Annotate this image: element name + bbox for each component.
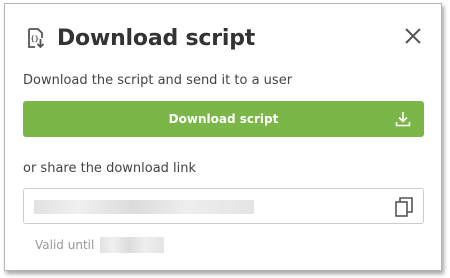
share-link-label: or share the download link bbox=[23, 161, 197, 176]
dialog-description: Download the script and send it to a use… bbox=[23, 73, 293, 88]
download-script-dialog: {} Download script Download the script a… bbox=[4, 3, 442, 271]
redacted-link bbox=[34, 200, 254, 214]
download-script-button[interactable]: Download script bbox=[23, 101, 424, 137]
svg-text:{}: {} bbox=[31, 35, 39, 43]
close-button[interactable] bbox=[403, 26, 423, 46]
valid-until-label: Valid until bbox=[35, 238, 95, 252]
valid-until: Valid until bbox=[35, 237, 165, 253]
close-icon bbox=[405, 28, 421, 44]
dialog-title: Download script bbox=[57, 25, 256, 51]
download-icon bbox=[395, 112, 411, 127]
valid-until-value bbox=[100, 237, 165, 253]
download-link-field[interactable] bbox=[23, 188, 424, 224]
script-download-icon: {} bbox=[23, 26, 47, 50]
dialog-header: {} Download script bbox=[23, 22, 255, 54]
copy-icon[interactable] bbox=[395, 197, 413, 217]
download-button-label: Download script bbox=[168, 112, 279, 126]
